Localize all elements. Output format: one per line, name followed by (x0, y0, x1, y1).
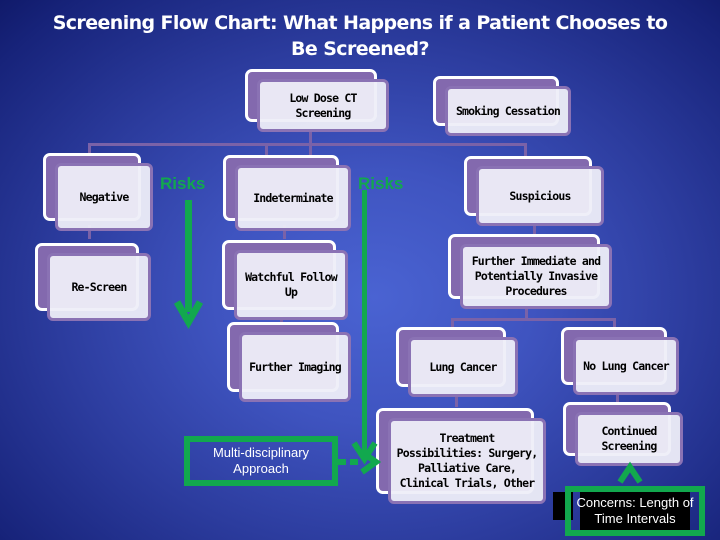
risks-arrow-middle (351, 190, 378, 465)
multidisciplinary-arrow (338, 449, 382, 475)
concerns-arrow-up (617, 461, 643, 484)
risks-arrow-left (173, 200, 204, 330)
arrow-overlay (173, 190, 643, 484)
